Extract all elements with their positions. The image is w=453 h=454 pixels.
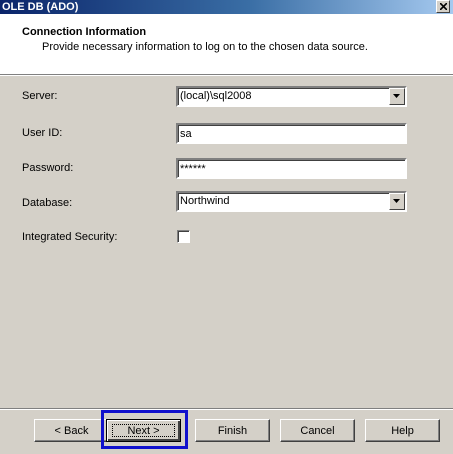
database-dropdown-button[interactable] [389, 193, 405, 210]
finish-button[interactable]: Finish [195, 419, 270, 442]
integrated-security-label: Integrated Security: [22, 231, 118, 243]
server-combo[interactable]: (local)\sql2008 [176, 86, 407, 107]
page-subtitle: Provide necessary information to log on … [42, 41, 368, 53]
cancel-button[interactable]: Cancel [280, 419, 355, 442]
database-combo[interactable]: Northwind [176, 191, 407, 212]
wizard-header: Connection Information Provide necessary… [0, 14, 453, 75]
help-button[interactable]: Help [365, 419, 440, 442]
chevron-down-icon [393, 94, 400, 98]
server-dropdown-button[interactable] [389, 88, 405, 105]
user-id-label: User ID: [22, 127, 63, 139]
password-label: Password: [22, 162, 74, 174]
close-icon [440, 3, 447, 10]
next-button-label: Next > [127, 424, 160, 437]
page-title: Connection Information [22, 26, 147, 38]
integrated-security-checkbox[interactable] [177, 230, 190, 243]
next-button[interactable]: Next > [106, 419, 181, 442]
close-button[interactable] [436, 0, 450, 13]
password-input[interactable] [176, 158, 407, 179]
server-label: Server: [22, 90, 58, 102]
back-button[interactable]: < Back [34, 419, 109, 442]
database-value: Northwind [180, 195, 230, 207]
header-divider [0, 75, 453, 76]
chevron-down-icon [393, 199, 400, 203]
title-bar: OLE DB (ADO) [0, 0, 453, 14]
window-title: OLE DB (ADO) [2, 1, 79, 13]
user-id-input[interactable] [176, 123, 407, 144]
database-label: Database: [22, 197, 73, 209]
server-value: (local)\sql2008 [180, 90, 252, 102]
footer-divider-highlight [0, 409, 453, 410]
